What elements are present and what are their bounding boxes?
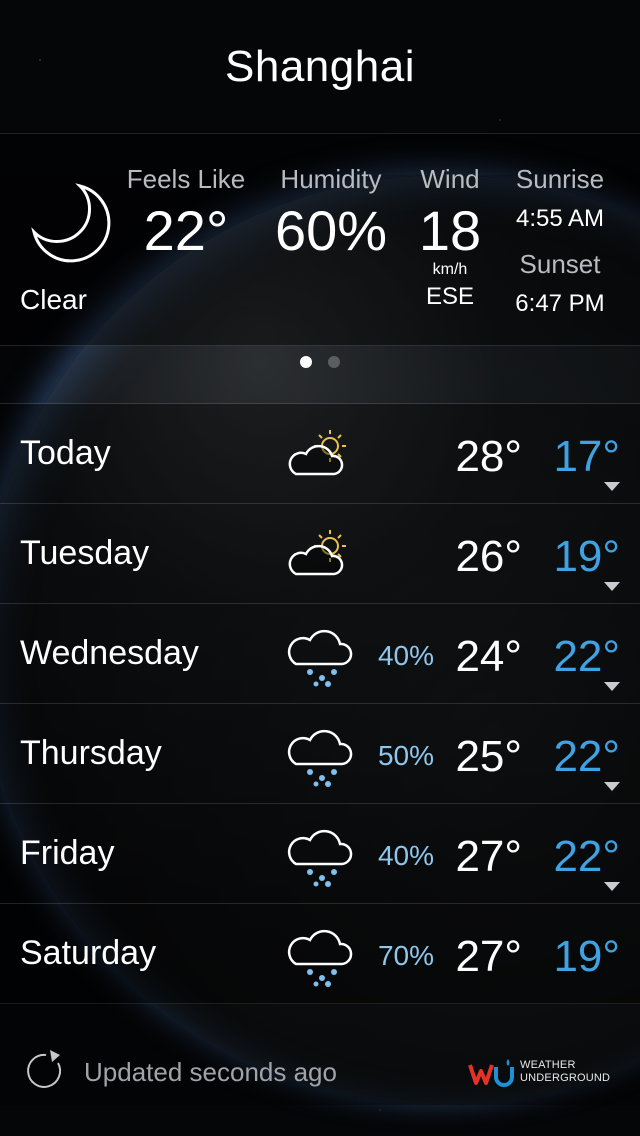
expand-caret-icon[interactable] (604, 682, 620, 691)
forecast-day: Saturday (20, 934, 157, 972)
wind-direction: ESE (425, 283, 475, 310)
forecast-day: Thursday (20, 734, 162, 772)
high-temp: 27° (455, 932, 522, 981)
low-temp: 19° (553, 932, 620, 981)
forecast-day: Friday (20, 834, 115, 872)
updated-status: Updated seconds ago (84, 1057, 337, 1087)
sunrise-time: 4:55 AM (515, 205, 605, 232)
humidity-block: Humidity 60% (266, 164, 396, 259)
page-dot-1[interactable] (300, 356, 312, 368)
rain-icon (287, 829, 353, 887)
expand-caret-icon[interactable] (604, 582, 620, 591)
page-dot-2[interactable] (328, 356, 340, 368)
forecast-row[interactable]: Thursday 50% 25° 22° (0, 704, 640, 804)
low-temp: 22° (553, 732, 620, 781)
current-conditions-panel[interactable]: Clear Feels Like 22° Humidity 60% Wind 1… (0, 133, 640, 346)
low-temp: 22° (553, 832, 620, 881)
forecast-row[interactable]: Today 28° 17° (0, 404, 640, 504)
partly-cloudy-icon (288, 430, 346, 476)
rain-icon (287, 929, 353, 987)
feels-like-block: Feels Like 22° (120, 164, 252, 259)
low-temp: 19° (553, 532, 620, 581)
precip-chance: 70% (377, 940, 434, 971)
forecast-row[interactable]: Friday 40% 27° 22° (0, 804, 640, 904)
expand-caret-icon[interactable] (604, 782, 620, 791)
low-temp: 17° (553, 432, 620, 481)
wind-value: 18 (418, 199, 482, 262)
high-temp: 26° (455, 532, 522, 581)
expand-caret-icon[interactable] (604, 882, 620, 891)
wind-block: Wind 18 km/h ESE (404, 164, 496, 311)
forecast-row[interactable]: Wednesday 40% 24° 22° (0, 604, 640, 704)
low-temp: 22° (553, 632, 620, 681)
wind-unit: km/h (432, 261, 468, 278)
wind-label: Wind (420, 164, 480, 194)
forecast-row[interactable]: Tuesday 26° 19° (0, 504, 640, 604)
condition-label: Clear (20, 284, 87, 315)
forecast-list: Today 28° 17° Tuesday 26° 19° Wednesday … (0, 403, 640, 1004)
humidity-value: 60% (274, 199, 388, 262)
refresh-icon[interactable] (24, 1049, 66, 1091)
feels-like-value: 22° (143, 199, 229, 262)
page-indicator[interactable] (0, 355, 640, 373)
forecast-day: Today (20, 434, 111, 472)
wu-line-2: UNDERGROUND (520, 1072, 611, 1084)
high-temp: 27° (455, 832, 522, 881)
feels-like-label: Feels Like (126, 164, 246, 194)
sunrise-label: Sunrise (515, 164, 605, 194)
precip-chance: 40% (377, 840, 434, 871)
forecast-day: Wednesday (20, 634, 199, 672)
sunset-label: Sunset (519, 249, 601, 279)
precip-chance: 50% (377, 740, 434, 771)
footer: Updated seconds ago WEATHER UNDERGROUND (0, 1003, 640, 1136)
forecast-day: Tuesday (20, 534, 150, 572)
partly-cloudy-icon (288, 530, 346, 576)
precip-chance: 40% (377, 640, 434, 671)
high-temp: 25° (455, 732, 522, 781)
moon-icon (31, 183, 111, 263)
forecast-row[interactable]: Saturday 70% 27° 19° (0, 904, 640, 1004)
sunset-time: 6:47 PM (515, 290, 605, 317)
humidity-label: Humidity (280, 164, 382, 194)
wu-line-1: WEATHER (520, 1059, 576, 1071)
rain-icon (287, 629, 353, 687)
high-temp: 28° (455, 432, 522, 481)
wu-logo-icon (468, 1059, 514, 1087)
wu-wordmark: WEATHER UNDERGROUND (520, 1059, 610, 1085)
sun-block: Sunrise 4:55 AM Sunset 6:47 PM (500, 164, 620, 318)
weather-underground-logo[interactable]: WEATHER UNDERGROUND (468, 1055, 618, 1091)
rain-icon (287, 729, 353, 787)
expand-caret-icon[interactable] (604, 482, 620, 491)
city-title: Shanghai (225, 42, 415, 91)
high-temp: 24° (455, 632, 522, 681)
